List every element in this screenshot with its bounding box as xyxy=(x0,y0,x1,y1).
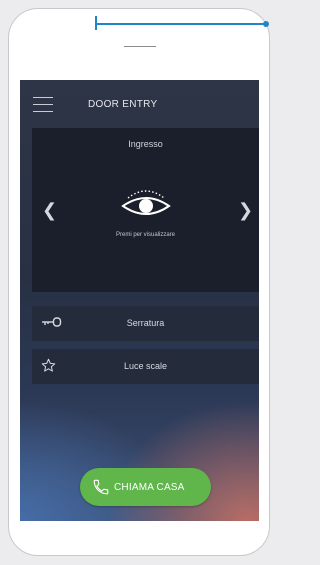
call-home-label: CHIAMA CASA xyxy=(114,482,185,493)
stair-light-button[interactable]: Luce scale xyxy=(32,349,259,384)
page-title: DOOR ENTRY xyxy=(88,99,158,110)
lock-label: Serratura xyxy=(126,318,165,328)
chevron-right-icon[interactable]: ❯ xyxy=(238,202,253,220)
phone-icon xyxy=(93,479,109,495)
phone-speaker xyxy=(124,46,156,47)
camera-hint: Premi per visualizzare xyxy=(115,232,176,238)
eye-icon[interactable] xyxy=(118,184,174,218)
annotation-pointer-line xyxy=(96,23,265,25)
chevron-left-icon[interactable]: ❮ xyxy=(42,202,57,220)
lock-button[interactable]: Serratura xyxy=(32,306,259,341)
camera-preview-panel[interactable]: Ingresso ❮ ❯ Premi per visualizzare xyxy=(32,128,259,292)
hamburger-menu-icon[interactable] xyxy=(33,96,53,112)
call-home-button[interactable]: CHIAMA CASA xyxy=(80,468,211,506)
stair-light-label: Luce scale xyxy=(123,361,168,371)
annotation-pointer-dot xyxy=(263,21,269,27)
camera-label: Ingresso xyxy=(128,139,163,149)
